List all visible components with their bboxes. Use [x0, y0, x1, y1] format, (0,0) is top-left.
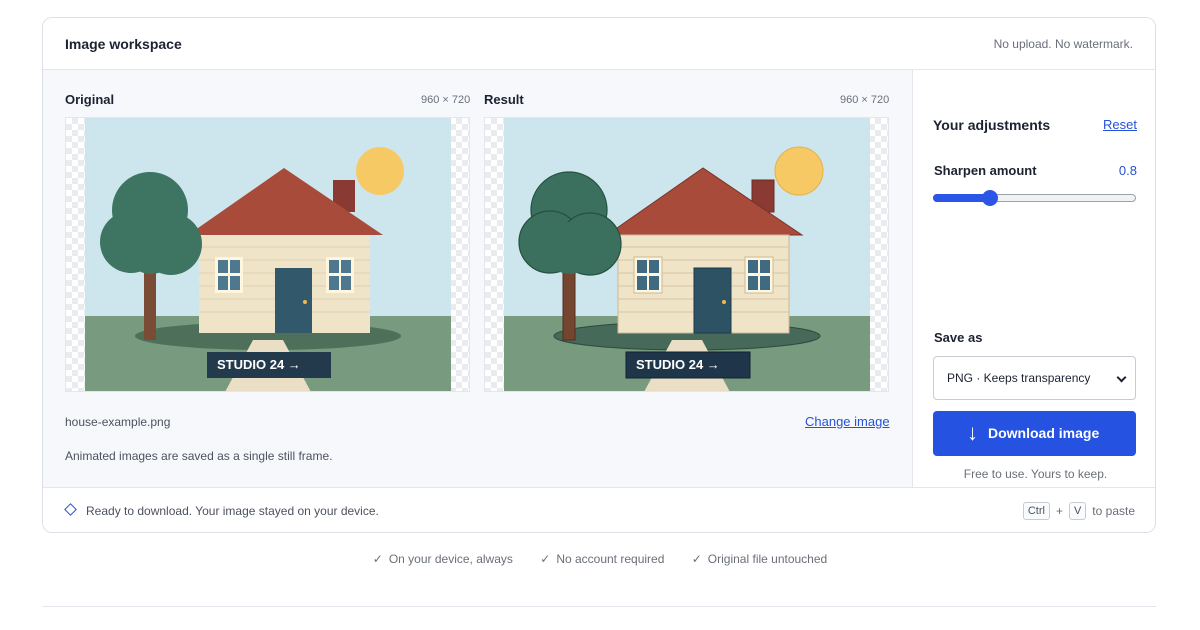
- format-selected-value: PNG · Keeps transparency: [947, 371, 1091, 385]
- workspace-header: Image workspace No upload. No watermark.: [43, 18, 1155, 70]
- image-workspace-card: Image workspace No upload. No watermark.…: [42, 17, 1156, 533]
- status-message: Ready to download. Your image stayed on …: [86, 504, 379, 518]
- original-sign-text: STUDIO 24 →: [217, 357, 301, 372]
- result-label: Result: [484, 92, 524, 107]
- change-image-link[interactable]: Change image: [805, 414, 890, 429]
- original-label: Original: [65, 92, 115, 107]
- save-as-label: Save as: [934, 330, 983, 345]
- diamond-icon: [64, 503, 77, 516]
- adjustments-title: Your adjustments: [933, 117, 1051, 133]
- download-image-button[interactable]: ↓ Download image: [933, 411, 1136, 456]
- check-icon: ✓: [540, 552, 551, 566]
- paste-shortcut-hint: Ctrl + V to paste: [1022, 502, 1135, 520]
- privacy-note: No upload. No watermark.: [993, 37, 1133, 51]
- feature-item: ✓ On your device, always: [373, 552, 513, 566]
- original-dimensions: 960 × 720: [421, 94, 471, 106]
- plus-sign: +: [1055, 504, 1063, 518]
- feature-text: On your device, always: [388, 552, 513, 566]
- status-bar: Ready to download. Your image stayed on …: [43, 487, 1155, 532]
- file-name: house-example.png: [65, 415, 171, 429]
- sharpen-slider[interactable]: [933, 190, 1136, 206]
- sharpen-value: 0.8: [1118, 163, 1137, 178]
- feature-item: ✓ No account required: [540, 552, 664, 566]
- preview-area: Original 960 × 720 STUDIO 24 → Result 96…: [43, 70, 912, 487]
- feature-item: ✓ Original file untouched: [692, 552, 827, 566]
- result-sign-text: STUDIO 24 →: [636, 357, 720, 372]
- ctrl-key: Ctrl: [1022, 502, 1050, 520]
- check-icon: ✓: [691, 552, 702, 566]
- slider-thumb[interactable]: [981, 190, 998, 206]
- check-icon: ✓: [372, 552, 383, 566]
- original-house-image: STUDIO 24 →: [85, 118, 451, 391]
- reset-button[interactable]: Reset: [1103, 117, 1137, 132]
- format-select[interactable]: PNG · Keeps transparency: [933, 356, 1136, 400]
- chevron-down-icon: [1116, 372, 1127, 383]
- paste-text: to paste: [1092, 504, 1135, 518]
- feature-text: Original file untouched: [707, 552, 828, 566]
- original-image-preview: STUDIO 24 →: [65, 117, 470, 392]
- result-dimensions: 960 × 720: [840, 94, 890, 106]
- workspace-title: Image workspace: [65, 36, 182, 52]
- result-house-image: STUDIO 24 →: [504, 118, 870, 391]
- result-image-preview: STUDIO 24 →: [484, 117, 889, 392]
- adjustments-panel: Your adjustments Reset Sharpen amount 0.…: [912, 70, 1155, 487]
- sharpen-label: Sharpen amount: [934, 163, 1037, 178]
- download-button-label: Download image: [988, 425, 1100, 441]
- arrow-down-icon: ↓: [967, 420, 978, 445]
- v-key: V: [1068, 502, 1087, 520]
- animated-images-note: Animated images are saved as a single st…: [65, 449, 333, 463]
- free-to-use-note: Free to use. Yours to keep.: [963, 467, 1108, 481]
- feature-text: No account required: [556, 552, 665, 566]
- page-divider: [42, 606, 1156, 607]
- feature-list: ✓ On your device, always ✓ No account requ…: [0, 552, 1200, 566]
